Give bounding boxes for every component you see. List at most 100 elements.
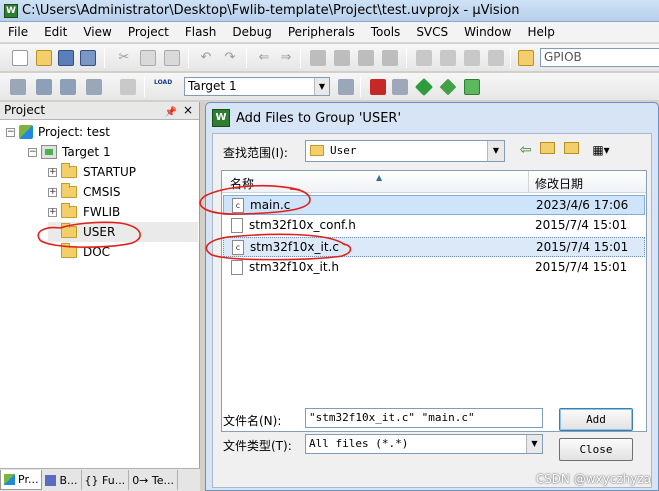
menu-view[interactable]: View: [75, 22, 119, 42]
tree-item-label: STARTUP: [83, 165, 137, 179]
tree-item-group[interactable]: DOC: [48, 242, 110, 262]
view-menu-icon[interactable]: ▦▾: [587, 142, 615, 159]
save-all-icon[interactable]: [80, 50, 96, 66]
dialog-body: 查找范围(I): User ▼ ⇦ ▦▾ 名称 ▲ 修改日期 c main.c …: [212, 133, 652, 488]
toolbar-separator: [188, 48, 189, 68]
tab-functions[interactable]: {} Fu...: [82, 470, 130, 490]
h-file-icon: [231, 260, 243, 275]
options-for-target-icon[interactable]: [338, 79, 354, 95]
pin-icon[interactable]: 📌: [165, 104, 177, 121]
tree-item-target[interactable]: − Target 1: [28, 142, 111, 162]
toolbar-separator: [104, 48, 105, 68]
tab-project[interactable]: Pr...: [0, 470, 43, 490]
unindent-icon[interactable]: [440, 50, 456, 66]
clear-bookmarks-icon[interactable]: [382, 50, 398, 66]
look-in-label: 查找范围(I):: [223, 146, 288, 160]
nav-forward-icon[interactable]: ⇒: [278, 50, 294, 66]
menu-edit[interactable]: Edit: [36, 22, 75, 42]
open-file-icon[interactable]: [36, 50, 52, 66]
tree-item-project[interactable]: − Project: test: [6, 122, 110, 142]
find-combo[interactable]: GPIOB: [540, 48, 659, 67]
tab-label: {} Fu...: [84, 473, 126, 487]
rte-icon[interactable]: [464, 79, 480, 95]
toolbar-separator: [510, 48, 511, 68]
bookmark-icon[interactable]: [310, 50, 326, 66]
column-name[interactable]: 名称: [230, 175, 254, 192]
find-in-files-icon[interactable]: [518, 50, 534, 66]
translate-icon[interactable]: [10, 79, 26, 95]
tab-templates[interactable]: 0→ Te...: [129, 470, 179, 490]
paste-icon[interactable]: [164, 50, 180, 66]
new-file-icon[interactable]: [12, 50, 28, 66]
filename-value: "stm32f10x_it.c" "main.c": [309, 411, 475, 424]
redo-icon[interactable]: ↷: [222, 50, 238, 66]
filetype-select[interactable]: All files (*.*) ▼: [305, 434, 543, 454]
next-bookmark-icon[interactable]: [358, 50, 374, 66]
menu-help[interactable]: Help: [519, 22, 562, 42]
uncomment-icon[interactable]: [488, 50, 504, 66]
menu-tools[interactable]: Tools: [363, 22, 409, 42]
expand-icon[interactable]: +: [48, 207, 57, 217]
filetype-value: All files (*.*): [309, 437, 409, 450]
menu-bar: File Edit View Project Flash Debug Perip…: [0, 22, 659, 43]
pack-installer-icon[interactable]: [414, 77, 434, 97]
file-row[interactable]: c stm32f10x_it.c 2015/7/4 15:01: [223, 237, 645, 257]
menu-svcs[interactable]: SVCS: [408, 22, 456, 42]
new-folder-icon[interactable]: [563, 142, 580, 159]
tree-item-group-selected[interactable]: USER: [48, 222, 198, 242]
select-packs-icon[interactable]: [439, 78, 457, 96]
menu-peripherals[interactable]: Peripherals: [280, 22, 363, 42]
tree-item-group[interactable]: + CMSIS: [48, 182, 121, 202]
look-in-value: User: [330, 144, 357, 157]
manage-project-items-icon[interactable]: [392, 79, 408, 95]
build-toolbar: LOAD Target 1 ▼: [0, 73, 659, 101]
column-date[interactable]: 修改日期: [535, 175, 583, 192]
stop-build-icon[interactable]: [120, 79, 136, 95]
close-icon[interactable]: ×: [183, 102, 193, 119]
copy-icon[interactable]: [140, 50, 156, 66]
expand-icon[interactable]: +: [48, 167, 57, 177]
expand-icon[interactable]: +: [48, 187, 57, 197]
menu-window[interactable]: Window: [456, 22, 519, 42]
indent-icon[interactable]: [416, 50, 432, 66]
collapse-icon[interactable]: −: [28, 147, 37, 157]
manage-components-icon[interactable]: [370, 79, 386, 95]
comment-icon[interactable]: [464, 50, 480, 66]
collapse-icon[interactable]: −: [6, 127, 15, 137]
look-in-combo[interactable]: User ▼: [305, 140, 505, 162]
menu-debug[interactable]: Debug: [224, 22, 279, 42]
tree-item-group[interactable]: + STARTUP: [48, 162, 136, 182]
save-icon[interactable]: [58, 50, 74, 66]
tree-item-group[interactable]: + FWLIB: [48, 202, 120, 222]
tab-books[interactable]: B...: [42, 470, 82, 490]
title-bar: W C:\Users\Administrator\Desktop\Fwlib-t…: [0, 0, 659, 22]
file-name: stm32f10x_conf.h: [249, 218, 356, 232]
undo-icon[interactable]: ↶: [198, 50, 214, 66]
file-row[interactable]: c main.c 2023/4/6 17:06: [223, 195, 645, 215]
back-arrow-icon[interactable]: ⇦: [517, 142, 534, 159]
close-button[interactable]: Close: [559, 438, 633, 461]
add-button[interactable]: Add: [559, 408, 633, 431]
project-panel-header: Project 📌 ×: [0, 102, 199, 120]
folder-icon: [61, 163, 77, 178]
menu-flash[interactable]: Flash: [177, 22, 224, 42]
column-divider[interactable]: [528, 171, 529, 193]
tree-item-label: DOC: [83, 245, 111, 259]
rebuild-icon[interactable]: [60, 79, 76, 95]
file-row[interactable]: stm32f10x_it.h 2015/7/4 15:01: [223, 258, 645, 278]
file-date: 2015/7/4 15:01: [536, 240, 629, 254]
nav-back-icon[interactable]: ⇐: [256, 50, 272, 66]
build-icon[interactable]: [36, 79, 52, 95]
target-combo[interactable]: Target 1 ▼: [184, 77, 330, 96]
tree-item-label: Project: test: [38, 125, 110, 139]
filename-input[interactable]: "stm32f10x_it.c" "main.c": [305, 408, 543, 428]
menu-file[interactable]: File: [0, 22, 36, 42]
load-icon[interactable]: LOAD: [154, 79, 172, 95]
file-row[interactable]: stm32f10x_conf.h 2015/7/4 15:01: [223, 216, 645, 236]
cut-icon[interactable]: ✂: [116, 50, 132, 66]
prev-bookmark-icon[interactable]: [334, 50, 350, 66]
batch-build-icon[interactable]: [86, 79, 102, 95]
menu-project[interactable]: Project: [120, 22, 177, 42]
books-tab-icon: [45, 474, 57, 486]
up-folder-icon[interactable]: [539, 142, 556, 159]
